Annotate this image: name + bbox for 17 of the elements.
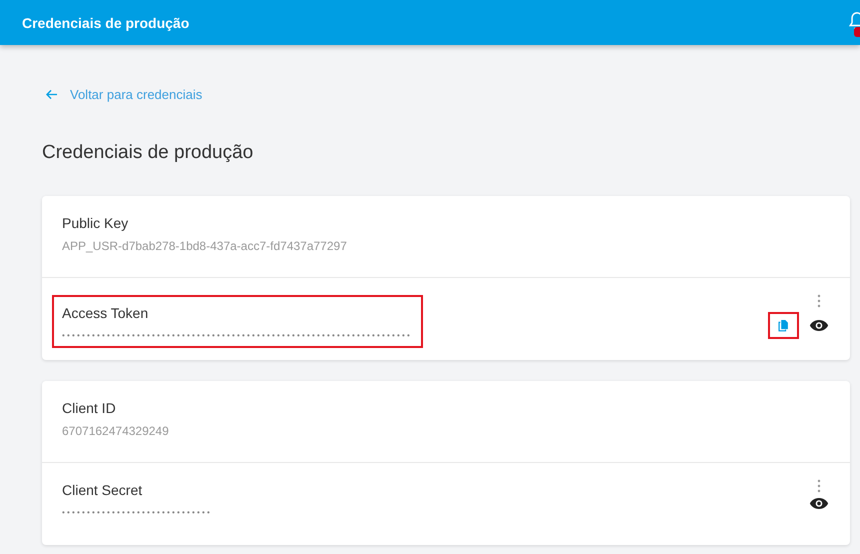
field-label: Access Token	[62, 305, 150, 321]
field-label: Client Secret	[62, 482, 144, 498]
masked-value: ••••••••••••••••••••••••••••••	[62, 508, 214, 517]
page-heading: Credenciais de produção	[42, 142, 254, 164]
masked-value: ••••••••••••••••••••••••••••••••••••••••••••••••••••••••••••••••••••••	[62, 331, 413, 340]
copy-icon[interactable]	[778, 319, 789, 332]
back-link[interactable]: Voltar para credenciais	[45, 87, 202, 102]
field-label: Public Key	[62, 215, 130, 231]
field-value: APP_USR-d7bab278-1bd8-437a-acc7-fd7437a77297	[62, 239, 348, 253]
arrow-left-icon[interactable]	[45, 89, 58, 100]
field-label: Client ID	[62, 400, 117, 416]
field-value: 6707162474329249	[62, 424, 170, 438]
more-options-icon[interactable]	[817, 294, 821, 308]
page-title: Credenciais de produção	[22, 14, 190, 30]
eye-icon[interactable]	[809, 319, 829, 332]
copy-button[interactable]	[768, 312, 799, 339]
eye-icon[interactable]	[809, 497, 829, 510]
